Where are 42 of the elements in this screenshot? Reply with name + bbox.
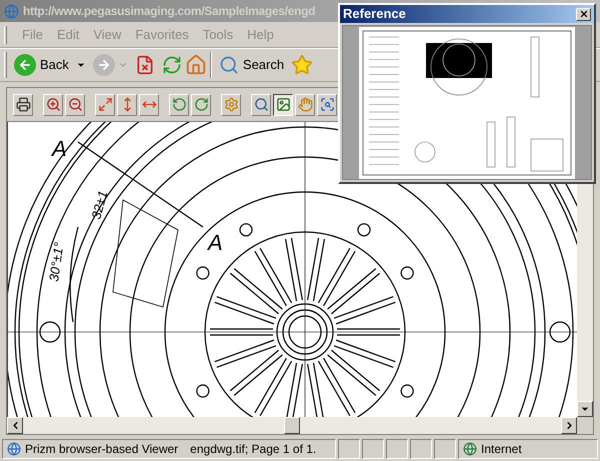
status-panel <box>338 439 360 459</box>
menu-item[interactable]: Favorites <box>128 24 196 44</box>
rotate-left-icon <box>172 97 186 112</box>
clutch-drawing: A A 32±1 30°±1° <box>8 122 577 417</box>
back-button[interactable]: Back <box>14 54 73 76</box>
printer-icon <box>16 97 30 112</box>
scroll-down-button[interactable] <box>577 401 593 417</box>
hand-icon <box>298 97 312 112</box>
gear-icon <box>224 97 238 112</box>
globe-icon <box>463 442 477 456</box>
search-icon <box>218 55 239 75</box>
zoom-in-icon <box>46 97 60 112</box>
zoom-out-icon <box>68 97 82 112</box>
status-document: engdwg.tif; Page 1 of 1. <box>190 441 316 458</box>
reference-title: Reference <box>343 5 406 24</box>
status-panel <box>410 439 432 459</box>
picture-icon <box>276 97 290 112</box>
viewer-tool-button[interactable] <box>273 94 293 116</box>
rotate-right-icon <box>194 97 208 112</box>
status-text: Prizm browser-based Viewer <box>25 441 178 458</box>
status-panel <box>386 439 408 459</box>
status-panel <box>434 439 456 459</box>
close-button[interactable] <box>576 8 591 20</box>
menu-item[interactable]: File <box>15 24 50 44</box>
zone-text: Internet <box>481 441 522 458</box>
fit-window-icon <box>98 97 112 112</box>
scroll-thumb[interactable] <box>284 417 300 434</box>
search-button[interactable]: Search <box>214 55 288 75</box>
menu-item[interactable]: Edit <box>50 24 86 44</box>
zoom-area-icon <box>320 97 334 112</box>
scroll-right-button[interactable] <box>561 417 577 434</box>
magnifier-icon <box>254 97 268 112</box>
menu-item[interactable]: Tools <box>196 24 240 44</box>
horizontal-scrollbar[interactable] <box>7 417 577 434</box>
stop-icon[interactable] <box>134 55 155 75</box>
scroll-left-button[interactable] <box>7 417 23 434</box>
close-icon <box>578 9 588 19</box>
menu-item[interactable]: Help <box>240 24 281 44</box>
star-icon[interactable] <box>291 54 314 76</box>
window-title: http://www.pegasusimaging.com/SampleImages/engd <box>23 3 316 20</box>
menu-item[interactable]: View <box>86 24 128 44</box>
status-panel <box>362 439 384 459</box>
